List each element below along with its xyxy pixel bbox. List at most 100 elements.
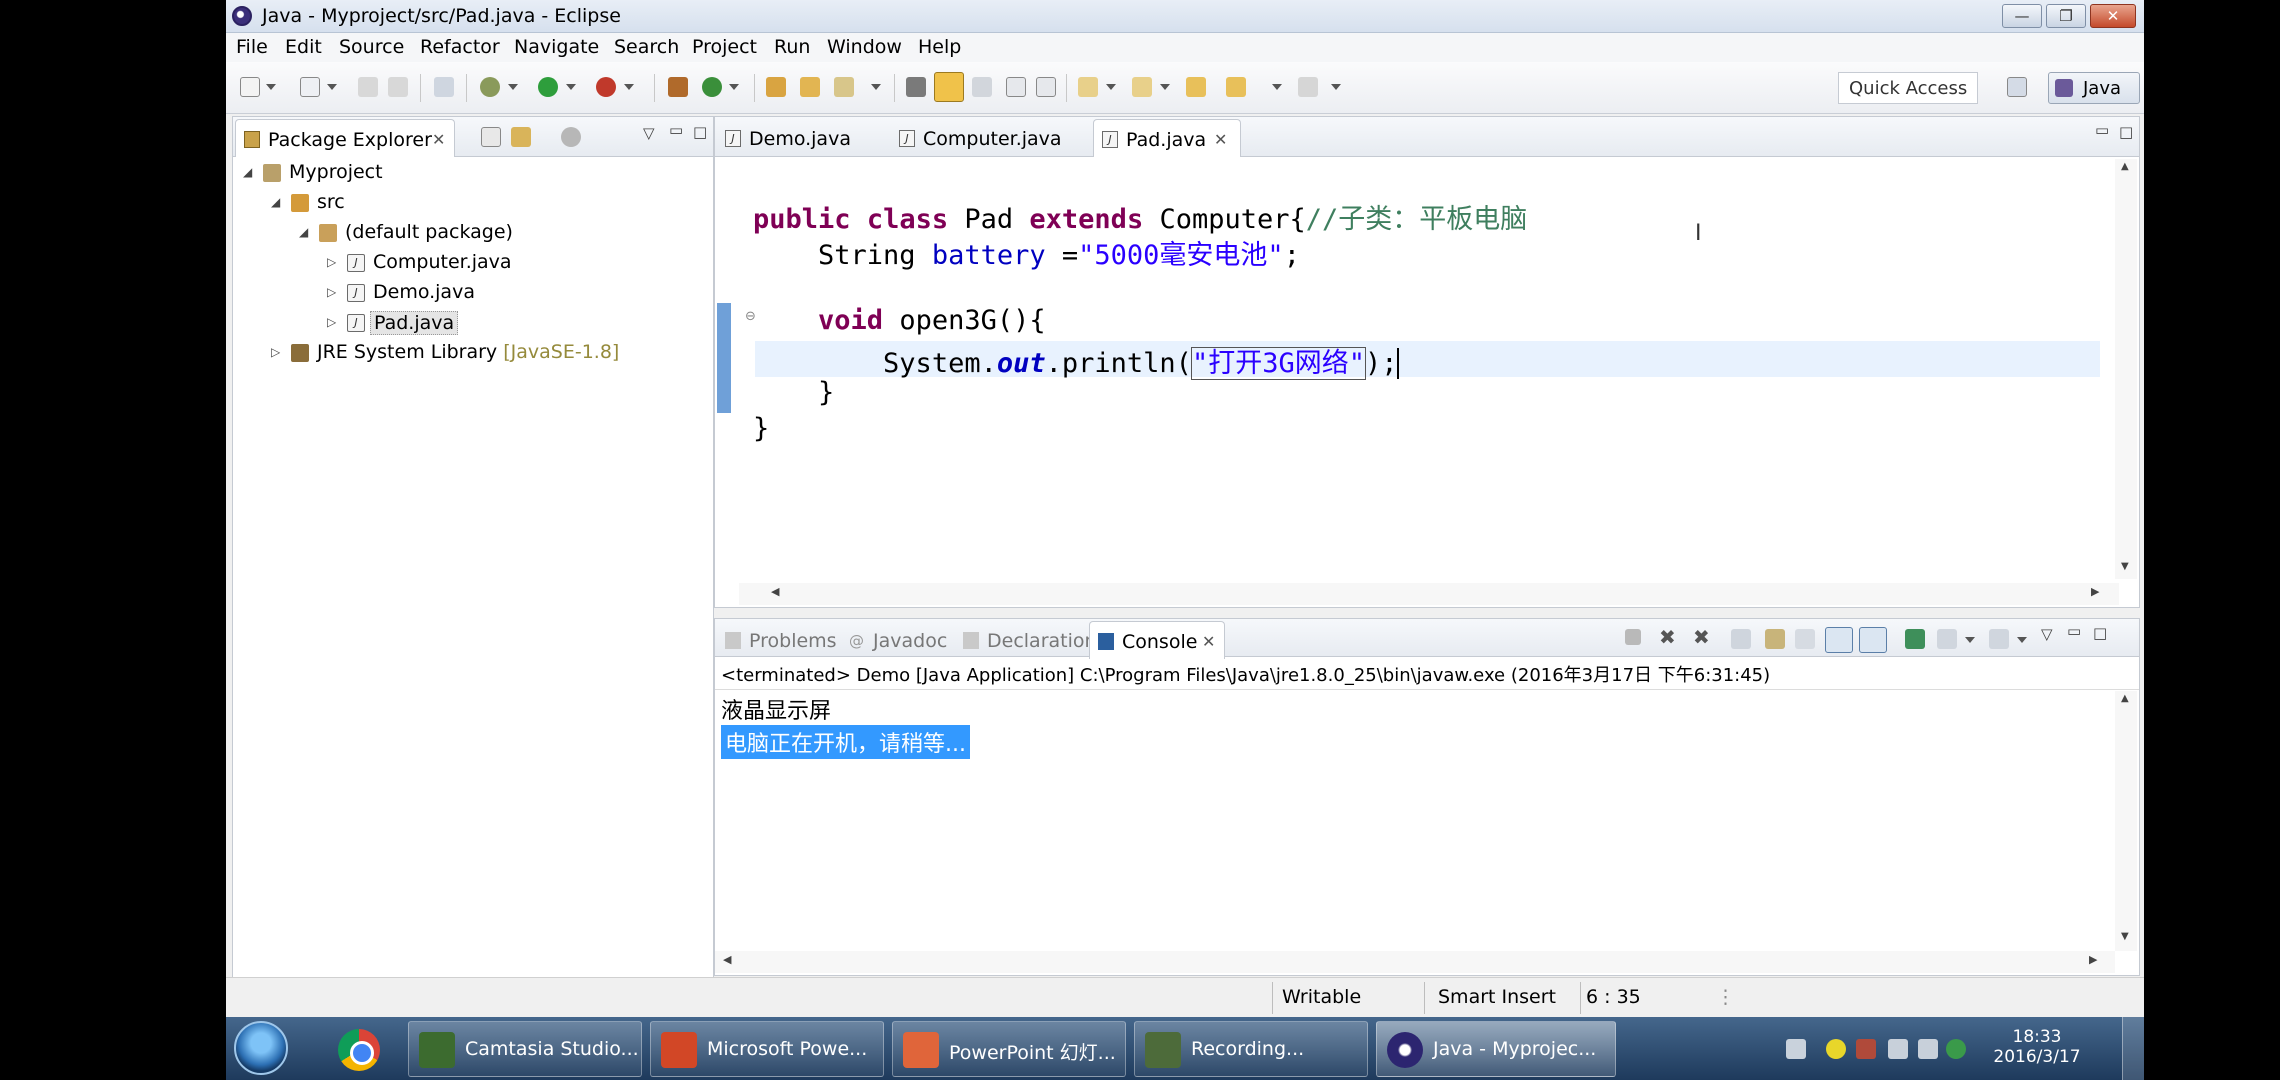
clock[interactable]: 18:33 2016/3/17 — [1982, 1027, 2092, 1067]
taskbar-item-recording[interactable]: Recording... — [1134, 1021, 1368, 1077]
run-icon[interactable] — [538, 77, 558, 97]
editor-vertical-scrollbar[interactable]: ▲ ▼ — [2115, 159, 2137, 579]
new-package-dropdown-icon[interactable] — [327, 84, 337, 90]
tab-javadoc[interactable]: @ Javadoc — [841, 621, 955, 659]
code-line-5[interactable]: System.out.println("打开3G网络"); — [753, 341, 1416, 380]
pin-console-icon[interactable] — [1905, 629, 1925, 649]
debug-icon[interactable] — [480, 77, 500, 97]
next-annotation-icon[interactable] — [906, 77, 926, 97]
menu-search[interactable]: Search — [614, 36, 679, 58]
code-line-6[interactable]: } — [753, 377, 834, 408]
open-console-icon[interactable] — [1989, 629, 2009, 649]
console-output-line[interactable]: 液晶显示屏 — [721, 693, 831, 725]
search-icon[interactable] — [834, 77, 854, 97]
menu-edit[interactable]: Edit — [285, 36, 322, 58]
update-icon[interactable] — [1946, 1039, 1966, 1059]
show-on-stdout-icon[interactable] — [1825, 627, 1853, 653]
forward-dropdown-icon[interactable] — [1331, 84, 1341, 90]
previous-edit-dropdown-icon[interactable] — [1160, 84, 1170, 90]
link-with-editor-icon[interactable] — [511, 127, 531, 147]
scroll-left-icon[interactable]: ◀ — [723, 953, 731, 966]
code-line-4[interactable]: void open3G(){ — [753, 305, 1046, 336]
save-icon[interactable] — [358, 77, 378, 97]
skip-breakpoints-icon[interactable] — [434, 77, 454, 97]
maximize-view-icon[interactable]: □ — [2093, 624, 2107, 642]
close-tab-icon[interactable]: ✕ — [1214, 130, 1227, 149]
scroll-lock-icon[interactable] — [1765, 629, 1785, 649]
clear-console-icon[interactable] — [1731, 629, 1751, 649]
new-java-class-icon[interactable] — [702, 77, 722, 97]
new-package-icon[interactable] — [300, 77, 320, 97]
taskbar-item-powerpoint[interactable]: Microsoft Powe... — [650, 1021, 884, 1077]
word-wrap-icon[interactable] — [972, 77, 992, 97]
maximize-view-icon[interactable]: □ — [693, 123, 707, 141]
display-console-icon[interactable] — [1937, 629, 1957, 649]
network-icon[interactable] — [1918, 1039, 1938, 1059]
console-output-line-selected[interactable]: 电脑正在开机，请稍等... — [721, 725, 970, 759]
external-tools-icon[interactable] — [596, 77, 616, 97]
tab-computer-java[interactable]: J Computer.java — [891, 119, 1091, 157]
minimize-view-icon[interactable]: ▭ — [669, 121, 683, 139]
scroll-up-icon[interactable]: ▲ — [2121, 693, 2129, 704]
taskbar-item-slideshow[interactable]: PowerPoint 幻灯... — [892, 1021, 1126, 1077]
remove-all-terminated-icon[interactable]: ✖ — [1693, 625, 1710, 649]
menu-file[interactable]: File — [236, 36, 268, 58]
word-wrap-console-icon[interactable] — [1795, 629, 1815, 649]
menu-source[interactable]: Source — [339, 36, 404, 58]
add-tray-icon[interactable] — [1826, 1039, 1846, 1059]
minimize-view-icon[interactable]: ▭ — [2095, 121, 2109, 139]
start-button[interactable] — [234, 1021, 288, 1075]
back-icon[interactable] — [1226, 77, 1246, 97]
run-dropdown-icon[interactable] — [566, 84, 576, 90]
new-dropdown-icon[interactable] — [266, 84, 276, 90]
tab-demo-java[interactable]: J Demo.java — [717, 119, 887, 157]
scroll-down-icon[interactable]: ▼ — [2121, 931, 2129, 942]
maximize-view-icon[interactable]: □ — [2119, 123, 2133, 141]
save-all-icon[interactable] — [388, 77, 408, 97]
editor-horizontal-scrollbar[interactable]: ◀ ▶ — [739, 583, 2119, 605]
close-tab-icon[interactable]: ✕ — [1202, 632, 1215, 651]
keyboard-icon[interactable] — [1786, 1039, 1806, 1059]
view-menu-icon[interactable]: ▽ — [2041, 625, 2053, 643]
menu-window[interactable]: Window — [827, 36, 902, 58]
mark-occurrences-toggle-icon[interactable] — [934, 72, 964, 102]
new-class-dropdown-icon[interactable] — [729, 84, 739, 90]
minimize-view-icon[interactable]: ▭ — [2067, 622, 2081, 640]
previous-edit-icon[interactable] — [1132, 77, 1152, 97]
menu-project[interactable]: Project — [692, 36, 757, 58]
restore-button[interactable]: ❐ — [2046, 4, 2086, 28]
show-whitespace-icon[interactable] — [1036, 77, 1056, 97]
menu-refactor[interactable]: Refactor — [420, 36, 500, 58]
menu-run[interactable]: Run — [774, 36, 810, 58]
taskbar-item-eclipse[interactable]: Java - Myprojec... — [1376, 1021, 1616, 1077]
tab-pad-java[interactable]: J Pad.java ✕ — [1093, 119, 1241, 157]
code-line-1[interactable]: public class Pad extends Computer{//子类：平… — [753, 197, 1527, 236]
menu-help[interactable]: Help — [918, 36, 961, 58]
back-dropdown-icon[interactable] — [1272, 84, 1282, 90]
focus-on-task-icon[interactable] — [561, 127, 581, 147]
java-perspective-button[interactable]: Java — [2048, 72, 2140, 104]
scroll-right-icon[interactable]: ▶ — [2089, 953, 2097, 966]
chrome-icon[interactable] — [338, 1029, 380, 1071]
tab-package-explorer[interactable]: Package Explorer ✕ — [235, 119, 455, 157]
scroll-down-icon[interactable]: ▼ — [2121, 561, 2129, 572]
code-line-7[interactable]: } — [753, 413, 769, 444]
volume-icon[interactable] — [1888, 1039, 1908, 1059]
close-button[interactable]: ✕ — [2090, 4, 2136, 28]
terminate-icon[interactable] — [1625, 629, 1641, 645]
open-console-dropdown-icon[interactable] — [2017, 637, 2027, 643]
tab-console[interactable]: Console ✕ — [1089, 621, 1225, 659]
new-java-package-icon[interactable] — [668, 77, 688, 97]
open-task-icon[interactable] — [800, 77, 820, 97]
console-horizontal-scrollbar[interactable]: ◀ ▶ — [715, 951, 2115, 973]
forward-icon[interactable] — [1298, 77, 1318, 97]
display-console-dropdown-icon[interactable] — [1965, 637, 1975, 643]
next-edit-dropdown-icon[interactable] — [1106, 84, 1116, 90]
show-on-stderr-icon[interactable] — [1859, 627, 1887, 653]
view-menu-icon[interactable]: ▽ — [643, 124, 655, 142]
next-edit-icon[interactable] — [1078, 77, 1098, 97]
block-selection-icon[interactable] — [1006, 77, 1026, 97]
show-desktop-button[interactable] — [2122, 1017, 2144, 1080]
scroll-left-icon[interactable]: ◀ — [771, 585, 779, 598]
tab-problems[interactable]: Problems — [717, 621, 841, 659]
